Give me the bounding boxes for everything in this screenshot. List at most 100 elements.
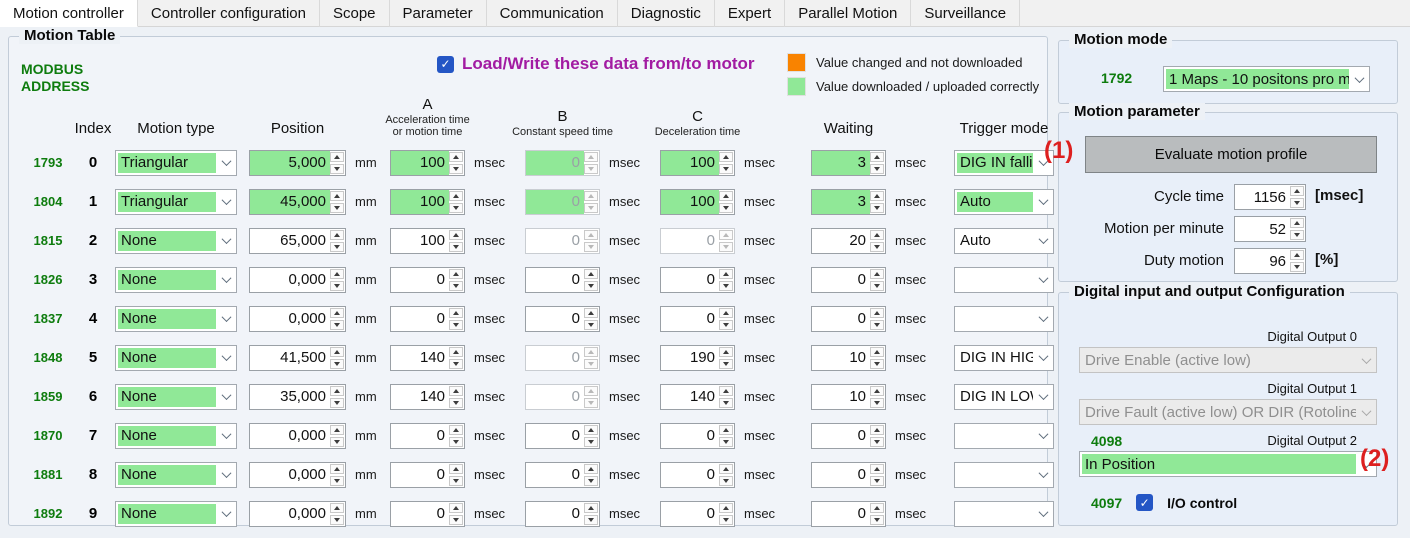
constant-speed-time-spinner[interactable]: 0 (525, 423, 600, 449)
spinner-up-icon[interactable] (330, 425, 344, 435)
spinner-down-icon[interactable] (330, 281, 344, 291)
spinner-down-icon[interactable] (449, 320, 463, 330)
motion-type-select[interactable]: None (115, 423, 237, 449)
spinner-down-icon[interactable] (719, 437, 733, 447)
motion-per-minute-spinner[interactable]: 52 (1234, 216, 1306, 242)
load-write-checkbox[interactable]: ✓ (437, 56, 454, 73)
spinner-buttons[interactable] (870, 268, 885, 292)
spinner-down-icon[interactable] (1290, 230, 1304, 240)
acceleration-time-spinner[interactable]: 100 (390, 150, 465, 176)
spinner-down-icon[interactable] (870, 398, 884, 408)
waiting-time-spinner[interactable]: 0 (811, 306, 886, 332)
spinner-buttons[interactable] (719, 385, 734, 409)
waiting-time-spinner[interactable]: 0 (811, 501, 886, 527)
waiting-time-spinner[interactable]: 10 (811, 384, 886, 410)
spinner-buttons[interactable] (584, 424, 599, 448)
trigger-mode-select[interactable]: Auto (954, 228, 1054, 254)
tab-expert[interactable]: Expert (715, 0, 785, 27)
spinner-down-icon[interactable] (584, 515, 598, 525)
spinner-up-icon[interactable] (1290, 218, 1304, 228)
tab-motion-controller[interactable]: Motion controller (0, 0, 138, 27)
spinner-up-icon[interactable] (719, 503, 733, 513)
waiting-time-spinner[interactable]: 20 (811, 228, 886, 254)
spinner-buttons[interactable] (584, 502, 599, 526)
position-spinner[interactable]: 0,000 (249, 501, 346, 527)
spinner-down-icon[interactable] (719, 398, 733, 408)
spinner-up-icon[interactable] (330, 503, 344, 513)
spinner-buttons[interactable] (449, 502, 464, 526)
spinner-down-icon[interactable] (449, 359, 463, 369)
spinner-buttons[interactable] (719, 307, 734, 331)
spinner-up-icon[interactable] (719, 347, 733, 357)
trigger-mode-select[interactable]: DIG IN HIGH (954, 345, 1054, 371)
motion-type-select[interactable]: None (115, 345, 237, 371)
acceleration-time-spinner[interactable]: 0 (390, 306, 465, 332)
spinner-up-icon[interactable] (870, 152, 884, 162)
spinner-buttons[interactable] (330, 346, 345, 370)
spinner-down-icon[interactable] (719, 203, 733, 213)
spinner-down-icon[interactable] (584, 320, 598, 330)
spinner-buttons[interactable] (870, 346, 885, 370)
spinner-down-icon[interactable] (449, 164, 463, 174)
trigger-mode-select[interactable] (954, 306, 1054, 332)
spinner-down-icon[interactable] (870, 515, 884, 525)
acceleration-time-spinner[interactable]: 140 (390, 384, 465, 410)
position-spinner[interactable]: 5,000 (249, 150, 346, 176)
spinner-up-icon[interactable] (870, 386, 884, 396)
deceleration-time-spinner[interactable]: 100 (660, 150, 735, 176)
spinner-down-icon[interactable] (449, 398, 463, 408)
spinner-down-icon[interactable] (330, 437, 344, 447)
spinner-down-icon[interactable] (449, 281, 463, 291)
spinner-up-icon[interactable] (330, 347, 344, 357)
spinner-down-icon[interactable] (870, 242, 884, 252)
duty-motion-spinner[interactable]: 96 (1234, 248, 1306, 274)
waiting-time-spinner[interactable]: 3 (811, 150, 886, 176)
spinner-down-icon[interactable] (719, 476, 733, 486)
spinner-buttons[interactable] (584, 268, 599, 292)
motion-type-select[interactable]: None (115, 501, 237, 527)
constant-speed-time-spinner[interactable]: 0 (525, 306, 600, 332)
spinner-up-icon[interactable] (330, 386, 344, 396)
spinner-down-icon[interactable] (330, 203, 344, 213)
spinner-up-icon[interactable] (449, 464, 463, 474)
acceleration-time-spinner[interactable]: 0 (390, 501, 465, 527)
spinner-down-icon[interactable] (449, 203, 463, 213)
spinner-up-icon[interactable] (1290, 186, 1304, 196)
spinner-buttons[interactable] (870, 190, 885, 214)
spinner-buttons[interactable] (330, 463, 345, 487)
tab-controller-configuration[interactable]: Controller configuration (138, 0, 320, 27)
spinner-up-icon[interactable] (870, 308, 884, 318)
spinner-buttons[interactable] (1290, 185, 1305, 209)
spinner-buttons[interactable] (719, 463, 734, 487)
deceleration-time-spinner[interactable]: 190 (660, 345, 735, 371)
spinner-down-icon[interactable] (870, 359, 884, 369)
constant-speed-time-spinner[interactable]: 0 (525, 267, 600, 293)
position-spinner[interactable]: 0,000 (249, 423, 346, 449)
trigger-mode-select[interactable] (954, 501, 1054, 527)
constant-speed-time-spinner[interactable]: 0 (525, 501, 600, 527)
spinner-buttons[interactable] (449, 307, 464, 331)
deceleration-time-spinner[interactable]: 0 (660, 267, 735, 293)
spinner-buttons[interactable] (870, 385, 885, 409)
spinner-buttons[interactable] (330, 502, 345, 526)
spinner-up-icon[interactable] (719, 464, 733, 474)
motion-type-select[interactable]: Triangular (115, 150, 237, 176)
spinner-down-icon[interactable] (719, 515, 733, 525)
position-spinner[interactable]: 0,000 (249, 267, 346, 293)
spinner-down-icon[interactable] (449, 437, 463, 447)
spinner-buttons[interactable] (719, 346, 734, 370)
spinner-down-icon[interactable] (719, 359, 733, 369)
spinner-down-icon[interactable] (1290, 198, 1304, 208)
spinner-down-icon[interactable] (719, 164, 733, 174)
spinner-down-icon[interactable] (330, 320, 344, 330)
position-spinner[interactable]: 41,500 (249, 345, 346, 371)
trigger-mode-select[interactable] (954, 267, 1054, 293)
spinner-up-icon[interactable] (870, 425, 884, 435)
spinner-buttons[interactable] (719, 268, 734, 292)
spinner-down-icon[interactable] (870, 476, 884, 486)
spinner-up-icon[interactable] (449, 152, 463, 162)
spinner-buttons[interactable] (1290, 217, 1305, 241)
spinner-down-icon[interactable] (330, 242, 344, 252)
spinner-up-icon[interactable] (870, 191, 884, 201)
spinner-up-icon[interactable] (719, 191, 733, 201)
